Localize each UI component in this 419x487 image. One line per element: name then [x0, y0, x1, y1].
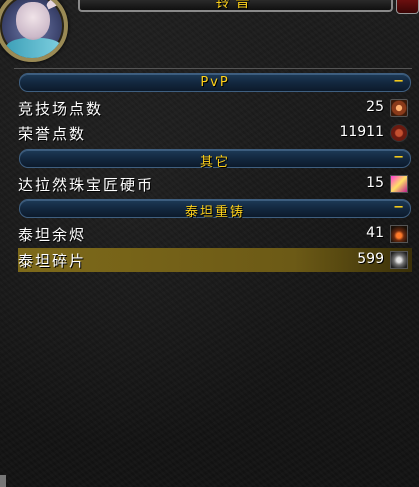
currency-window: 铃音 PvP − 竞技场点数 25 荣誉点数 11911 其它 − 达拉然珠宝匠…	[0, 0, 419, 487]
collapse-icon[interactable]: −	[393, 150, 404, 165]
section-header-label: 泰坦重铸	[184, 205, 245, 220]
portrait-clothing	[6, 38, 62, 58]
currency-row-titan-ember[interactable]: 泰坦余烬 41	[18, 222, 412, 246]
window-title: 铃音	[215, 0, 256, 11]
character-portrait	[0, 0, 68, 62]
currency-row-arena-points[interactable]: 竞技场点数 25	[18, 96, 412, 120]
title-bar: 铃音	[78, 0, 393, 12]
currency-row-titan-shard[interactable]: 泰坦碎片 599	[18, 248, 412, 272]
section-header-pvp[interactable]: PvP −	[19, 73, 411, 92]
currency-name: 达拉然珠宝匠硬币	[18, 176, 155, 194]
currency-count: 41	[366, 225, 384, 241]
frame-corner	[0, 475, 6, 487]
jewelcrafter-token-icon	[390, 175, 408, 193]
titan-ember-icon	[390, 225, 408, 243]
currency-row-honor-points[interactable]: 荣誉点数 11911	[18, 121, 412, 145]
portrait-face	[16, 2, 50, 40]
currency-count: 15	[366, 175, 384, 191]
currency-list: PvP − 竞技场点数 25 荣誉点数 11911 其它 − 达拉然珠宝匠硬币 …	[14, 68, 412, 473]
portrait-ear	[45, 0, 64, 10]
collapse-icon[interactable]: −	[393, 200, 404, 215]
currency-count: 11911	[339, 124, 384, 140]
currency-name: 荣誉点数	[18, 125, 87, 143]
collapse-icon[interactable]: −	[393, 74, 404, 89]
honor-points-icon	[390, 124, 408, 142]
currency-name: 泰坦碎片	[18, 252, 87, 270]
currency-name: 竞技场点数	[18, 100, 104, 118]
currency-count: 25	[366, 99, 384, 115]
section-header-other[interactable]: 其它 −	[19, 149, 411, 170]
section-header-titanforged[interactable]: 泰坦重铸 −	[19, 199, 411, 220]
currency-row-jewelcrafter-token[interactable]: 达拉然珠宝匠硬币 15	[18, 172, 412, 196]
currency-name: 泰坦余烬	[18, 226, 87, 244]
section-header-label: PvP	[200, 75, 230, 90]
close-button[interactable]	[396, 0, 419, 14]
currency-count: 599	[357, 251, 384, 267]
arena-points-icon	[390, 99, 408, 117]
section-header-label: 其它	[199, 155, 230, 170]
titan-shard-icon	[390, 251, 408, 269]
